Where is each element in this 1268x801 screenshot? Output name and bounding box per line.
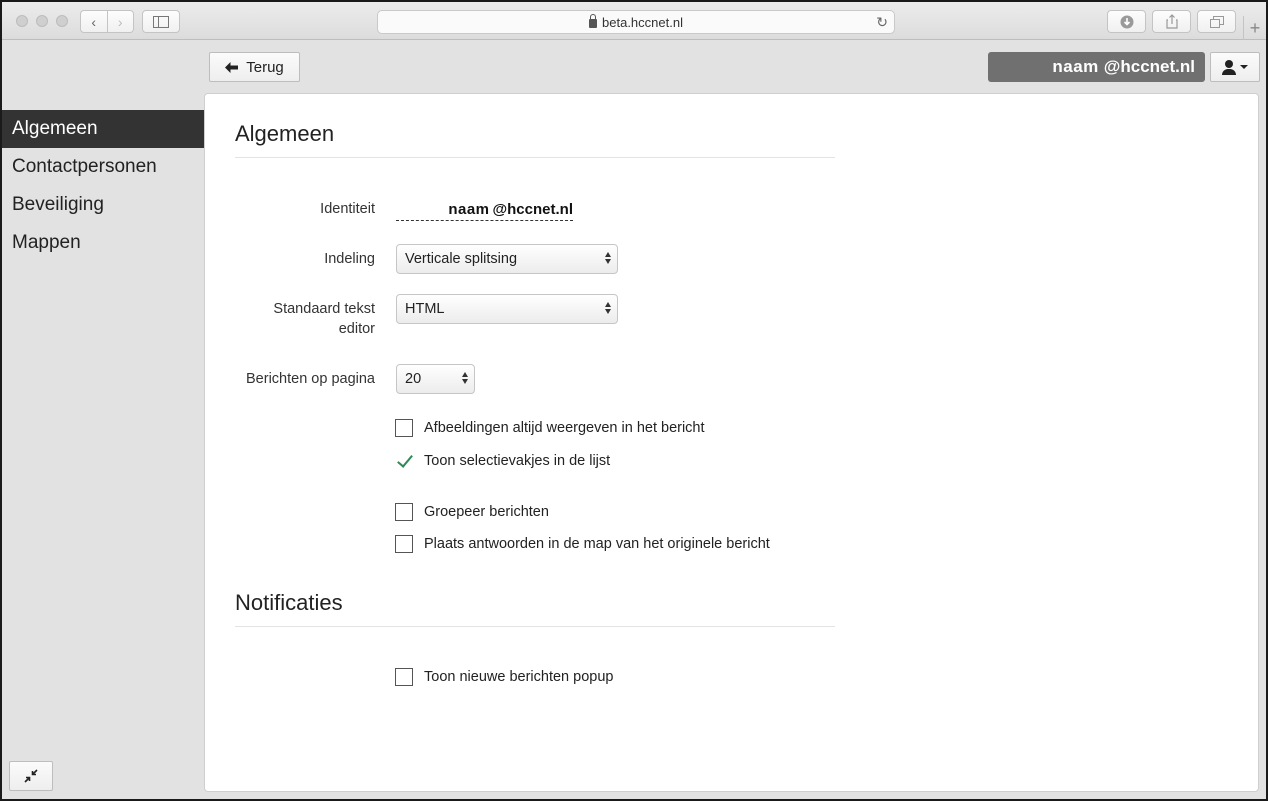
editor-label: Standaard tekst editor	[205, 299, 375, 339]
new-tab-icon[interactable]: +	[1243, 16, 1266, 40]
option-label: Toon selectievakjes in de lijst	[424, 453, 611, 469]
option-new-mail-popup[interactable]: Toon nieuwe berichten popup	[395, 668, 613, 686]
select-arrows-icon	[605, 252, 611, 264]
checkbox[interactable]	[395, 503, 413, 521]
forward-nav-icon[interactable]: ›	[106, 11, 134, 32]
sidebar-toggle-icon[interactable]	[142, 10, 180, 33]
per-page-select[interactable]: 20	[396, 364, 475, 394]
close-window-button[interactable]	[16, 15, 28, 27]
collapse-icon[interactable]	[9, 761, 53, 791]
address-bar[interactable]: beta.hccnet.nl ↻	[377, 10, 895, 34]
editor-label-line2: editor	[338, 321, 375, 337]
option-label: Afbeeldingen altijd weergeven in het ber…	[424, 420, 705, 436]
chevron-down-icon	[1240, 65, 1248, 69]
select-arrows-icon	[462, 372, 468, 384]
option-label: Toon nieuwe berichten popup	[424, 669, 614, 685]
settings-sidebar: Algemeen Contactpersonen Beveiliging Map…	[2, 110, 204, 262]
reload-icon[interactable]: ↻	[876, 14, 888, 31]
share-icon[interactable]	[1152, 10, 1191, 33]
checkbox[interactable]	[395, 668, 413, 686]
address-url: beta.hccnet.nl	[602, 14, 683, 30]
user-icon	[1222, 59, 1236, 75]
sidebar-item-algemeen[interactable]: Algemeen	[2, 110, 204, 148]
identity-select[interactable]: naam @hccnet.nl	[396, 198, 573, 221]
identity-name: naam	[448, 200, 490, 218]
per-page-select-value: 20	[405, 371, 422, 387]
option-show-checkboxes[interactable]: Toon selectievakjes in de lijst	[395, 452, 610, 470]
option-show-images[interactable]: Afbeeldingen altijd weergeven in het ber…	[395, 419, 705, 437]
lock-icon	[589, 13, 598, 28]
back-button[interactable]: Terug	[209, 52, 300, 82]
per-page-label: Berichten op pagina	[246, 371, 375, 387]
sidebar-item-beveiliging[interactable]: Beveiliging	[2, 186, 204, 224]
option-label: Groepeer berichten	[424, 504, 549, 520]
browser-toolbar: ‹ › beta.hccnet.nl ↻ +	[2, 2, 1266, 40]
section-title-algemeen: Algemeen	[235, 121, 835, 158]
settings-panel: Algemeen Identiteit naam @hccnet.nl Indel…	[204, 93, 1259, 792]
option-replies-in-folder[interactable]: Plaats antwoorden in de map van het orig…	[395, 535, 770, 553]
identity-label: Identiteit	[320, 201, 375, 217]
editor-select-value: HTML	[405, 301, 445, 317]
account-name: naam	[1052, 57, 1099, 76]
editor-label-line1: Standaard tekst	[273, 301, 375, 317]
account-email-badge: naam @hccnet.nl	[988, 52, 1205, 82]
account-domain: @hccnet.nl	[1103, 57, 1195, 76]
back-nav-icon[interactable]: ‹	[81, 11, 107, 32]
section-title-notificaties: Notificaties	[235, 590, 835, 627]
option-group-messages[interactable]: Groepeer berichten	[395, 503, 549, 521]
select-arrows-icon	[605, 302, 611, 314]
layout-select[interactable]: Verticale splitsing	[396, 244, 618, 274]
history-nav: ‹ ›	[80, 10, 134, 33]
sidebar-item-contactpersonen[interactable]: Contactpersonen	[2, 148, 204, 186]
checkbox[interactable]	[395, 535, 413, 553]
minimize-window-button[interactable]	[36, 15, 48, 27]
layout-select-value: Verticale splitsing	[405, 251, 518, 267]
editor-select[interactable]: HTML	[396, 294, 618, 324]
downloads-icon[interactable]	[1107, 10, 1146, 33]
sidebar-item-mappen[interactable]: Mappen	[2, 224, 204, 262]
checkmark-icon[interactable]	[395, 452, 413, 470]
browser-window: ‹ › beta.hccnet.nl ↻ + Terug naam @hccnet…	[0, 0, 1268, 801]
option-label: Plaats antwoorden in de map van het orig…	[424, 536, 770, 552]
tabs-overview-icon[interactable]	[1197, 10, 1236, 33]
back-button-label: Terug	[246, 58, 284, 76]
arrow-left-icon	[225, 61, 239, 73]
checkbox[interactable]	[395, 419, 413, 437]
identity-domain: @hccnet.nl	[492, 200, 573, 218]
user-menu-button[interactable]	[1210, 52, 1260, 82]
layout-label: Indeling	[324, 251, 375, 267]
zoom-window-button[interactable]	[56, 15, 68, 27]
